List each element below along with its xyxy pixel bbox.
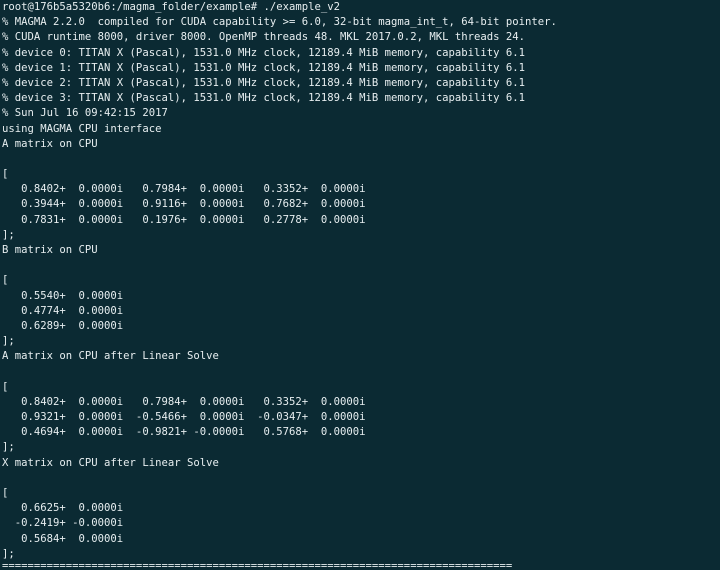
terminal-output: root@176b5a5320b6:/magma_folder/example#…	[2, 0, 720, 570]
magma-version-line: % MAGMA 2.2.0 compiled for CUDA capabili…	[2, 16, 557, 29]
x-matrix-row-1: 0.6625+ 0.0000i	[2, 502, 124, 515]
a-matrix-row-2: 0.3944+ 0.0000i 0.9116+ 0.0000i 0.7682+ …	[2, 198, 366, 211]
a-solved-matrix-row-2: 0.9321+ 0.0000i -0.5466+ 0.0000i -0.0347…	[2, 411, 366, 424]
matrix-open-bracket: [	[2, 168, 9, 181]
matrix-open-bracket: [	[2, 274, 9, 287]
device-0-line: % device 0: TITAN X (Pascal), 1531.0 MHz…	[2, 46, 525, 59]
b-matrix-row-3: 0.6289+ 0.0000i	[2, 319, 124, 332]
device-3-line: % device 3: TITAN X (Pascal), 1531.0 MHz…	[2, 92, 525, 105]
x-matrix-row-3: 0.5684+ 0.0000i	[2, 532, 124, 545]
matrix-open-bracket: [	[2, 380, 9, 393]
separator-rule: ========================================…	[2, 561, 513, 570]
command-prompt-line: root@176b5a5320b6:/magma_folder/example#…	[2, 1, 341, 13]
matrix-close-bracket: ];	[2, 441, 15, 454]
b-matrix-row-1: 0.5540+ 0.0000i	[2, 289, 124, 302]
matrix-close-bracket: ];	[2, 547, 15, 560]
a-solved-matrix-row-3: 0.4694+ 0.0000i -0.9821+ -0.0000i 0.5768…	[2, 426, 366, 439]
device-2-line: % device 2: TITAN X (Pascal), 1531.0 MHz…	[2, 76, 525, 89]
timestamp-line: % Sun Jul 16 09:42:15 2017	[2, 107, 168, 120]
cuda-runtime-line: % CUDA runtime 8000, driver 8000. OpenMP…	[2, 31, 525, 44]
a-matrix-row-1: 0.8402+ 0.0000i 0.7984+ 0.0000i 0.3352+ …	[2, 183, 366, 196]
interface-line: using MAGMA CPU interface	[2, 122, 162, 135]
matrix-open-bracket: [	[2, 487, 9, 499]
x-matrix-row-2: -0.2419+ -0.0000i	[2, 517, 124, 530]
b-matrix-row-2: 0.4774+ 0.0000i	[2, 304, 124, 317]
x-matrix-heading: X matrix on CPU after Linear Solve	[2, 456, 219, 469]
a-solved-matrix-row-1: 0.8402+ 0.0000i 0.7984+ 0.0000i 0.3352+ …	[2, 395, 366, 408]
a-solved-matrix-heading: A matrix on CPU after Linear Solve	[2, 350, 219, 363]
matrix-close-bracket: ];	[2, 228, 15, 241]
terminal-window[interactable]: root@176b5a5320b6:/magma_folder/example#…	[0, 0, 720, 570]
matrix-close-bracket: ];	[2, 335, 15, 348]
device-1-line: % device 1: TITAN X (Pascal), 1531.0 MHz…	[2, 61, 525, 74]
b-matrix-heading: B matrix on CPU	[2, 244, 98, 256]
a-matrix-row-3: 0.7831+ 0.0000i 0.1976+ 0.0000i 0.2778+ …	[2, 213, 366, 226]
a-matrix-heading: A matrix on CPU	[2, 137, 98, 150]
